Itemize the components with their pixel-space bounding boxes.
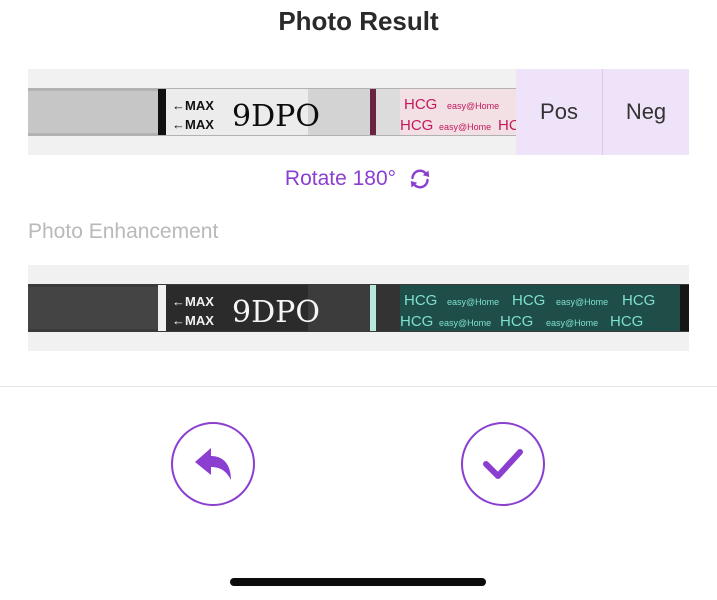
confirm-button[interactable] <box>461 422 545 506</box>
brand-text-enhanced-3: easy@Home <box>439 318 491 328</box>
brand-text-enhanced-4: easy@Home <box>546 318 598 328</box>
hcg-text-enhanced-5: HCG <box>500 313 533 330</box>
test-strip-enhanced: ←MAX ←MAX 9DPO HCG easy@Home HCG easy@Ho… <box>28 284 689 332</box>
home-indicator[interactable] <box>230 578 486 586</box>
result-toggle: Pos Neg <box>516 69 689 155</box>
max-label: ←MAX <box>172 98 214 113</box>
hcg-text-enhanced-3: HCG <box>622 292 655 309</box>
handwritten-label: 9DPO <box>232 99 320 134</box>
back-button[interactable] <box>171 422 255 506</box>
rotate-label: Rotate 180° <box>284 167 397 190</box>
rotate-button[interactable]: Rotate 180° <box>0 167 717 191</box>
undo-icon <box>195 448 231 480</box>
max-label-2: ←MAX <box>172 117 214 132</box>
brand-text-2: easy@Home <box>439 122 491 132</box>
photo-enhancement-label: Photo Enhancement <box>28 220 219 243</box>
hcg-text-enhanced-6: HCG <box>610 313 643 330</box>
max-label-enhanced-2: ←MAX <box>172 313 214 328</box>
rotate-icon <box>410 169 430 189</box>
divider <box>0 386 717 387</box>
checkmark-icon <box>483 449 523 479</box>
page-title: Photo Result <box>278 6 439 36</box>
hcg-text-enhanced: HCG <box>404 292 437 309</box>
neg-button[interactable]: Neg <box>602 69 689 155</box>
brand-text-enhanced-2: easy@Home <box>556 297 608 307</box>
pos-button[interactable]: Pos <box>516 69 602 155</box>
brand-text: easy@Home <box>447 101 499 111</box>
brand-text-enhanced: easy@Home <box>447 297 499 307</box>
hcg-text-enhanced-2: HCG <box>512 292 545 309</box>
hcg-text-2: HCG <box>400 117 433 134</box>
hcg-text: HCG <box>404 96 437 113</box>
enhanced-photo: ←MAX ←MAX 9DPO HCG easy@Home HCG easy@Ho… <box>28 265 689 351</box>
max-label-enhanced: ←MAX <box>172 294 214 309</box>
hcg-text-enhanced-4: HCG <box>400 313 433 330</box>
handwritten-label-enhanced: 9DPO <box>232 295 320 330</box>
